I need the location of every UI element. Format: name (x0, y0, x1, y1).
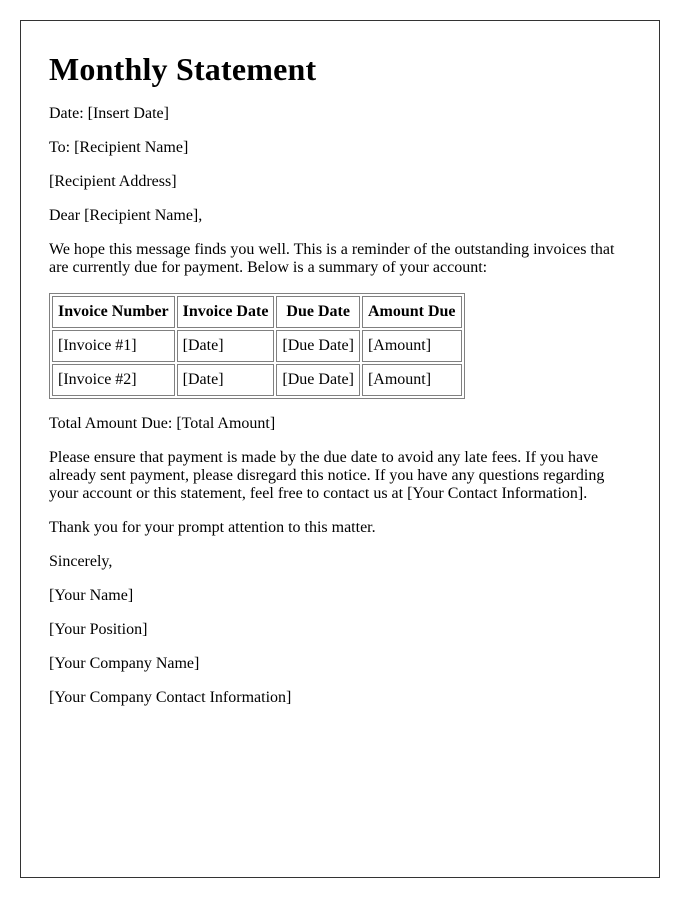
table-row: [Invoice #1] [Date] [Due Date] [Amount] (52, 330, 462, 362)
signature-contact: [Your Company Contact Information] (49, 689, 292, 706)
salutation: Dear [Recipient Name], (49, 207, 203, 224)
signature-company: [Your Company Name] (49, 655, 200, 672)
cell-amount-due: [Amount] (361, 330, 462, 362)
header-amount-due: Amount Due (361, 296, 462, 328)
cell-due-date: [Due Date] (276, 364, 360, 396)
cell-invoice-date: [Date] (176, 330, 275, 362)
recipient-line: To: [Recipient Name] (49, 139, 189, 156)
cell-invoice-number: [Invoice #1] (52, 330, 175, 362)
signature-position: [Your Position] (49, 621, 148, 638)
thanks-line: Thank you for your prompt attention to t… (49, 519, 376, 536)
table-row: [Invoice #2] [Date] [Due Date] [Amount] (52, 364, 462, 396)
invoice-table: Invoice Number Invoice Date Due Date Amo… (49, 293, 465, 399)
cell-invoice-number: [Invoice #2] (52, 364, 175, 396)
statement-document: Monthly Statement Date: [Insert Date] To… (20, 20, 660, 878)
cell-invoice-date: [Date] (176, 364, 275, 396)
page-title: Monthly Statement (49, 51, 317, 87)
date-line: Date: [Insert Date] (49, 105, 169, 122)
total-amount-line: Total Amount Due: [Total Amount] (49, 415, 276, 432)
closing: Sincerely, (49, 553, 113, 570)
header-invoice-date: Invoice Date (176, 296, 275, 328)
header-invoice-number: Invoice Number (52, 296, 175, 328)
cell-amount-due: [Amount] (361, 364, 462, 396)
cell-due-date: [Due Date] (276, 330, 360, 362)
table-header-row: Invoice Number Invoice Date Due Date Amo… (52, 296, 462, 328)
payment-note: Please ensure that payment is made by th… (49, 449, 605, 502)
recipient-address: [Recipient Address] (49, 173, 177, 190)
intro-paragraph: We hope this message finds you well. Thi… (49, 241, 615, 276)
header-due-date: Due Date (276, 296, 360, 328)
signature-name: [Your Name] (49, 587, 134, 604)
